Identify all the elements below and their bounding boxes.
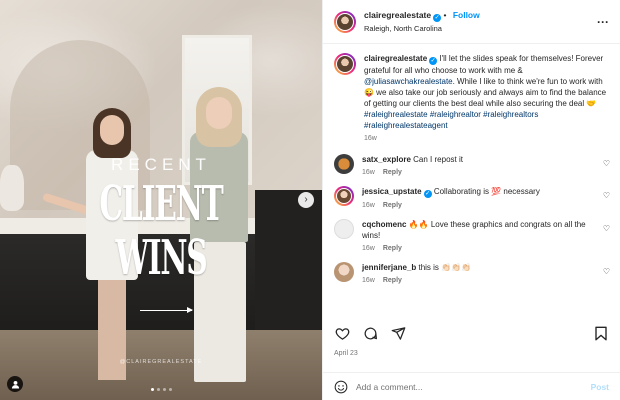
- instagram-post: RECENT CLIENT WINS @CLAIREGREALESTATE ›: [0, 0, 620, 400]
- reply-button[interactable]: Reply: [383, 245, 402, 252]
- verified-badge-icon: ✓: [429, 57, 438, 65]
- comment-time[interactable]: 16w: [362, 245, 375, 252]
- comment-text: Can I repost it: [413, 155, 463, 164]
- carousel-dot: [168, 388, 172, 391]
- post-media[interactable]: RECENT CLIENT WINS @CLAIREGREALESTATE ›: [0, 0, 322, 400]
- chevron-right-icon: ›: [304, 194, 308, 205]
- reply-button[interactable]: Reply: [383, 169, 402, 176]
- caption-author-avatar[interactable]: [334, 53, 356, 75]
- comment-time[interactable]: 16w: [362, 277, 375, 284]
- caption-item: clairegrealestate ✓ I'll let the slides s…: [334, 53, 610, 142]
- add-comment-input[interactable]: [356, 381, 591, 392]
- comment-username[interactable]: jessica_upstate: [362, 187, 422, 196]
- add-comment-bar: Post: [323, 372, 620, 400]
- heart-icon: [335, 327, 349, 340]
- reply-button[interactable]: Reply: [383, 277, 402, 284]
- share-button[interactable]: [390, 325, 406, 341]
- post-date[interactable]: April 23: [334, 350, 358, 357]
- commenter-avatar[interactable]: [334, 154, 354, 174]
- person-left-legs: [98, 280, 126, 380]
- commenter-avatar[interactable]: [334, 186, 354, 206]
- comment-username[interactable]: cqchomenc: [362, 220, 406, 229]
- author-username[interactable]: clairegrealestate: [364, 10, 431, 20]
- comment-text: this is 👏🏻👏🏻👏🏻: [418, 263, 472, 272]
- comment-time[interactable]: 16w: [362, 202, 375, 209]
- save-button[interactable]: [593, 325, 609, 341]
- comment-username[interactable]: satx_explore: [362, 155, 411, 164]
- comment-text: Collaborating is 💯 necessary: [433, 187, 540, 196]
- carousel-dot: [156, 388, 160, 391]
- comment-item: cqchomenc 🔥🔥 Love these graphics and con…: [334, 219, 610, 252]
- caption-time[interactable]: 16w: [364, 135, 377, 142]
- caption-hashtags[interactable]: #raleighrealestate #raleighrealtor #rale…: [364, 110, 538, 130]
- comment-username[interactable]: jenniferjane_b: [362, 263, 416, 272]
- follow-button[interactable]: Follow: [453, 10, 480, 20]
- carousel-dot: [150, 388, 154, 391]
- carousel-dot: [162, 388, 166, 391]
- overlay-client: CLIENT: [99, 176, 223, 232]
- bookmark-icon: [595, 326, 607, 340]
- emoji-button[interactable]: [334, 380, 348, 394]
- verified-badge-icon: ✓: [423, 190, 432, 198]
- carousel-next-button[interactable]: ›: [298, 192, 314, 208]
- commenter-avatar[interactable]: [334, 219, 354, 239]
- emoji-icon: [334, 380, 348, 393]
- heart-icon[interactable]: ♡: [603, 224, 610, 233]
- comment-item: jenniferjane_b this is 👏🏻👏🏻👏🏻 16w Reply ♡: [334, 262, 610, 284]
- heart-icon[interactable]: ♡: [603, 191, 610, 200]
- more-options-icon[interactable]: ···: [597, 15, 609, 29]
- carousel-dots: [0, 388, 322, 391]
- post-header: clairegrealestate ✓ • Follow Raleigh, Nor…: [323, 0, 620, 44]
- post-comment-button[interactable]: Post: [591, 382, 609, 392]
- person-right-face: [206, 97, 232, 129]
- arrow-right-graphic: [140, 307, 193, 313]
- comment-item: satx_explore Can I repost it 16w Reply ♡: [334, 154, 610, 176]
- comment-button[interactable]: [362, 325, 378, 341]
- overlay-recent: RECENT: [111, 155, 211, 174]
- person-left-face: [100, 115, 124, 145]
- post-sidebar: clairegrealestate ✓ • Follow Raleigh, Nor…: [322, 0, 620, 400]
- like-button[interactable]: [334, 325, 350, 341]
- overlay-wins: WINS: [115, 230, 207, 286]
- send-icon: [391, 326, 405, 340]
- heart-icon[interactable]: ♡: [603, 159, 610, 168]
- media-overlay-text: RECENT CLIENT WINS: [0, 155, 322, 313]
- reply-button[interactable]: Reply: [383, 202, 402, 209]
- comment-time[interactable]: 16w: [362, 169, 375, 176]
- caption-mention[interactable]: @juliasawchakrealestate: [364, 77, 453, 86]
- verified-badge-icon: ✓: [433, 14, 442, 22]
- post-location[interactable]: Raleigh, North Carolina: [364, 24, 597, 33]
- caption-text: clairegrealestate ✓ I'll let the slides s…: [364, 54, 607, 130]
- media-watermark: @CLAIREGREALESTATE: [119, 359, 203, 365]
- commenter-avatar[interactable]: [334, 262, 354, 282]
- author-avatar[interactable]: [334, 10, 356, 33]
- comments-list[interactable]: clairegrealestate ✓ I'll let the slides s…: [323, 45, 620, 310]
- comment-icon: [364, 327, 377, 339]
- post-actions: [334, 322, 609, 344]
- comment-item: jessica_upstate ✓ Collaborating is 💯 nece…: [334, 186, 610, 209]
- heart-icon[interactable]: ♡: [603, 267, 610, 276]
- caption-username[interactable]: clairegrealestate: [364, 54, 427, 63]
